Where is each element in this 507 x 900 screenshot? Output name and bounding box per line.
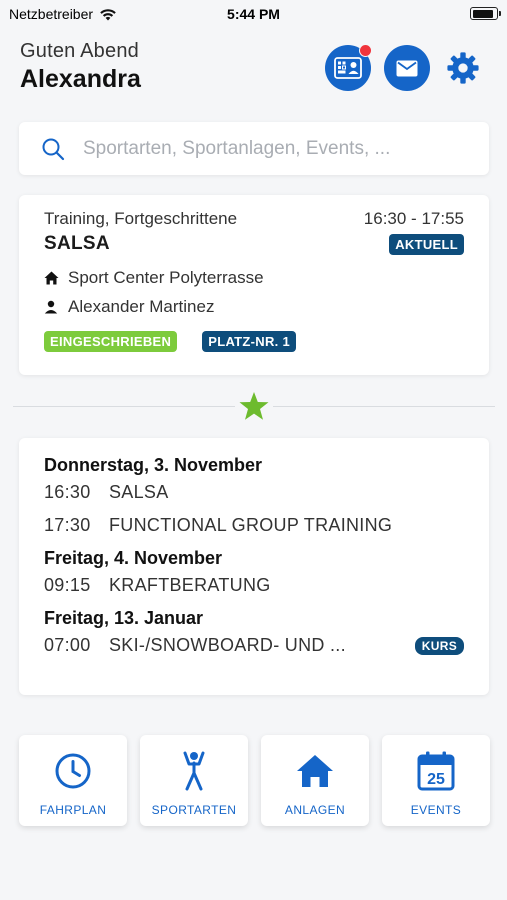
event-time: 16:30 xyxy=(44,482,91,502)
schedule-event[interactable]: 07:00 SKI-/SNOWBOARD- UND ... KURS xyxy=(44,629,464,662)
member-card-button[interactable] xyxy=(325,44,372,91)
event-name: FUNCTIONAL GROUP TRAINING xyxy=(109,515,393,535)
tile-sports[interactable]: SPORTARTEN xyxy=(140,735,248,826)
gear-icon xyxy=(447,52,479,84)
training-time: 16:30 - 17:55 xyxy=(363,209,464,228)
notification-dot xyxy=(359,44,372,57)
schedule-event[interactable]: 16:30 SALSA xyxy=(44,476,464,509)
schedule-day: Freitag, 4. November xyxy=(44,548,223,568)
home-icon xyxy=(44,270,60,286)
user-name: Alexandra xyxy=(20,65,141,93)
search-icon xyxy=(42,138,65,160)
tile-label: EVENTS xyxy=(410,803,462,817)
schedule-card: Donnerstag, 3. November 16:30 SALSA 17:3… xyxy=(19,438,489,695)
training-title: SALSA xyxy=(44,233,110,254)
battery-icon xyxy=(470,7,501,20)
status-bar: Netzbetreiber 5:44 PM xyxy=(0,0,507,28)
status-time: 5:44 PM xyxy=(227,6,280,22)
event-name: SALSA xyxy=(109,482,169,502)
tile-label: ANLAGEN xyxy=(284,803,346,817)
envelope-icon xyxy=(396,60,418,76)
event-name: KRAFTBERATUNG xyxy=(109,575,271,595)
greeting-text: Guten Abend xyxy=(20,40,139,62)
search-bar[interactable] xyxy=(19,122,489,175)
clock-icon xyxy=(55,753,91,789)
current-training-card[interactable]: Training, Fortgeschrittene 16:30 - 17:55… xyxy=(19,195,489,375)
tile-facilities[interactable]: ANLAGEN xyxy=(261,735,369,826)
tile-label: FAHRPLAN xyxy=(39,803,107,817)
event-time: 17:30 xyxy=(44,515,91,535)
course-badge: KURS xyxy=(414,636,464,655)
calendar-day: 25 xyxy=(427,771,445,788)
event-time: 09:15 xyxy=(44,575,91,595)
training-category: Training, Fortgeschrittene xyxy=(44,209,238,228)
search-input[interactable] xyxy=(83,137,443,160)
tile-schedule[interactable]: FAHRPLAN xyxy=(19,735,127,826)
person-icon xyxy=(44,299,60,315)
athlete-icon xyxy=(183,751,205,791)
star-icon xyxy=(239,392,269,420)
schedule-event[interactable]: 17:30 FUNCTIONAL GROUP TRAINING xyxy=(44,509,464,542)
training-instructor: Alexander Martinez xyxy=(68,297,215,316)
home-icon xyxy=(297,755,333,787)
event-time: 07:00 xyxy=(44,635,91,655)
schedule-event[interactable]: 09:15 KRAFTBERATUNG xyxy=(44,569,464,602)
status-badge: AKTUELL xyxy=(389,233,464,255)
favorites-star[interactable] xyxy=(235,389,273,423)
schedule-day: Donnerstag, 3. November xyxy=(44,455,263,475)
tile-label: SPORTARTEN xyxy=(151,803,237,817)
settings-button[interactable] xyxy=(443,45,483,91)
place-number-badge: PLATZ-NR. 1 xyxy=(202,331,297,352)
greeting: Guten Abend Alexandra xyxy=(20,40,141,94)
enrolled-badge: EINGESCHRIEBEN xyxy=(44,331,178,352)
calendar-icon: 25 xyxy=(417,751,455,791)
messages-button[interactable] xyxy=(384,45,430,91)
schedule-day: Freitag, 13. Januar xyxy=(44,608,204,628)
quick-nav: FAHRPLAN SPORTARTEN ANLAGEN 25 EVENTS xyxy=(19,735,490,826)
event-name: SKI-/SNOWBOARD- UND ... xyxy=(109,635,346,655)
training-location: Sport Center Polyterrasse xyxy=(68,268,264,287)
member-card-icon xyxy=(334,57,362,79)
battery-fill xyxy=(472,9,494,18)
tile-events[interactable]: 25 EVENTS xyxy=(382,735,490,826)
header-actions xyxy=(325,44,483,91)
